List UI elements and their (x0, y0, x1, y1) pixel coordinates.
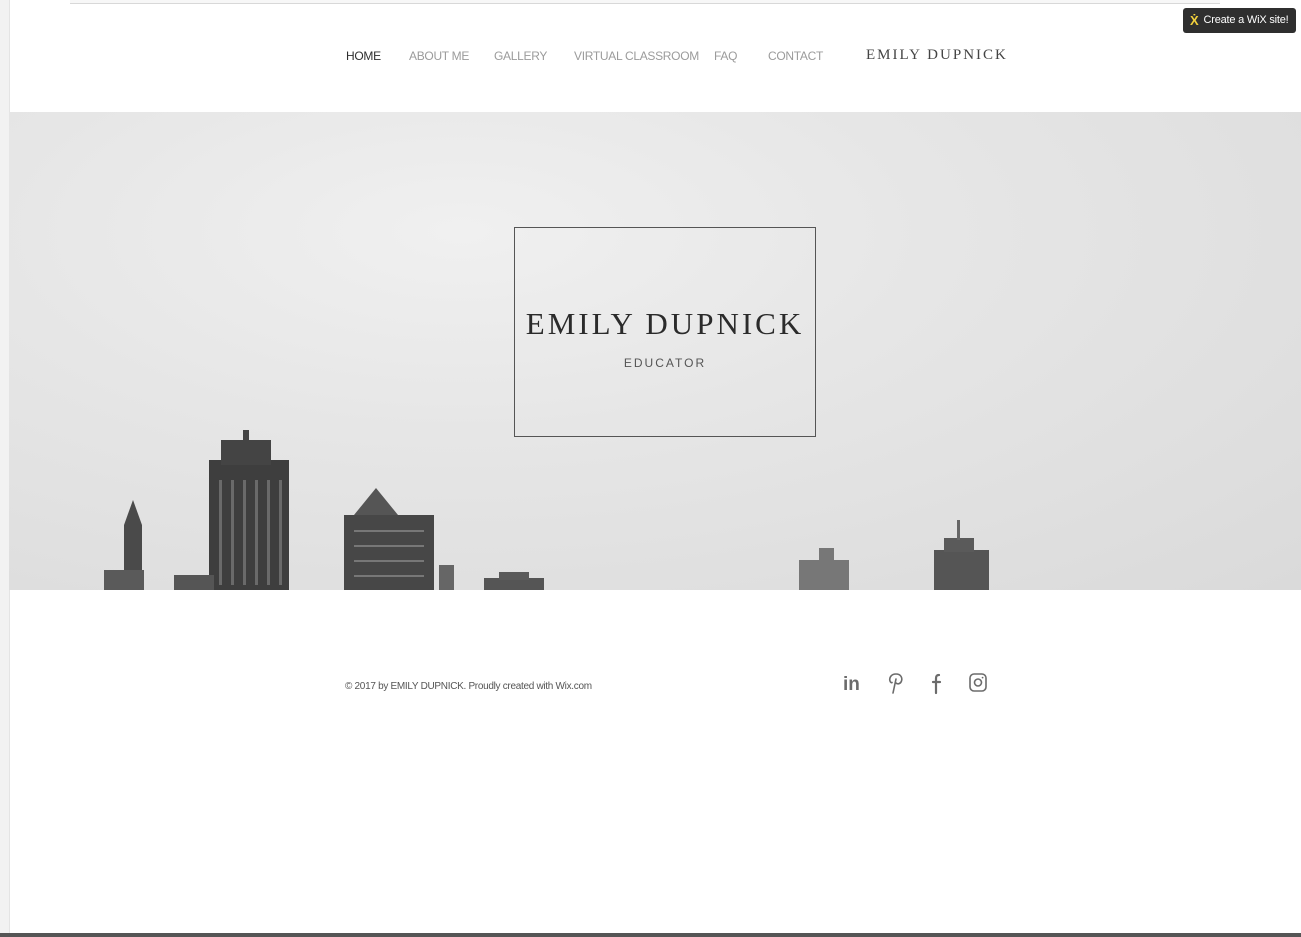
nav-item-contact[interactable]: CONTACT (768, 49, 823, 63)
instagram-icon[interactable] (965, 670, 991, 696)
svg-text:in: in (843, 674, 860, 695)
pinterest-icon[interactable] (883, 670, 909, 696)
create-wix-site-badge[interactable]: Ẋ Create a WiX site! (1183, 8, 1296, 33)
city-skyline-image (104, 430, 989, 590)
linkedin-icon[interactable]: in (840, 670, 866, 696)
window-bottom-border (0, 933, 1301, 937)
hero-title-frame: EMILY DUPNICK EDUCATOR (514, 227, 816, 437)
hero-title: EMILY DUPNICK (525, 306, 805, 341)
facebook-icon[interactable] (924, 670, 950, 696)
badge-label: Create a WiX site! (1203, 14, 1289, 26)
wix-logo-icon: Ẋ (1190, 13, 1199, 28)
nav-item-about-me[interactable]: ABOUT ME (409, 49, 469, 63)
window-top-border (70, 0, 1220, 4)
nav-item-faq[interactable]: FAQ (714, 49, 737, 63)
nav-item-gallery[interactable]: GALLERY (494, 49, 547, 63)
site-name-logo[interactable]: EMILY DUPNICK (866, 47, 1008, 64)
nav-item-home[interactable]: HOME (346, 49, 381, 63)
copyright-text: © 2017 by EMILY DUPNICK. Proudly created… (345, 681, 592, 692)
nav-item-virtual-classroom[interactable]: VIRTUAL CLASSROOM (574, 49, 699, 63)
hero-subtitle: EDUCATOR (623, 356, 707, 370)
hero-banner: EMILY DUPNICK EDUCATOR (9, 112, 1301, 590)
